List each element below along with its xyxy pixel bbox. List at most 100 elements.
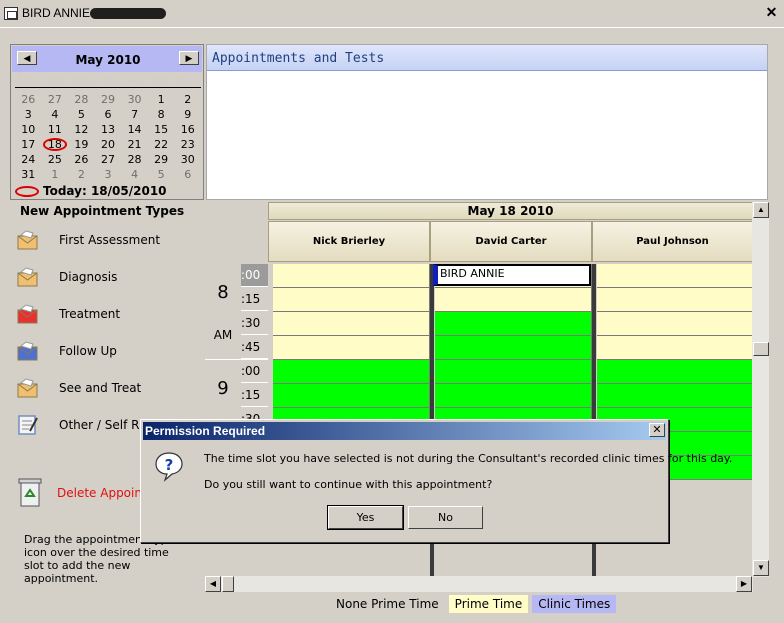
calendar-day[interactable]: 21 bbox=[121, 137, 148, 152]
calendar-day[interactable]: 20 bbox=[95, 137, 122, 152]
time-slot[interactable] bbox=[273, 384, 430, 408]
hscroll-thumb[interactable] bbox=[222, 576, 234, 592]
calendar-day[interactable]: 29 bbox=[148, 152, 175, 167]
time-slot[interactable] bbox=[273, 288, 430, 312]
calendar-day[interactable]: 19 bbox=[68, 137, 95, 152]
weekday-label: Mon bbox=[18, 76, 39, 87]
minute-label[interactable]: :30 bbox=[241, 312, 268, 335]
consultant-header: David Carter bbox=[430, 221, 592, 262]
dialog-question: Do you still want to continue with this … bbox=[204, 478, 493, 491]
time-slot[interactable] bbox=[597, 264, 753, 288]
minute-label[interactable]: :45 bbox=[241, 336, 268, 359]
today-link[interactable]: Today: 18/05/2010 bbox=[43, 184, 167, 198]
calendar-day[interactable]: 17 bbox=[15, 137, 42, 152]
time-slot[interactable] bbox=[273, 264, 430, 288]
appointment-type-item[interactable]: Diagnosis bbox=[16, 265, 176, 291]
calendar-day[interactable]: 27 bbox=[42, 92, 69, 107]
time-slot[interactable] bbox=[273, 336, 430, 360]
calendar-day[interactable]: 10 bbox=[15, 122, 42, 137]
calendar-day[interactable]: 2 bbox=[174, 92, 201, 107]
scroll-right-icon[interactable]: ▶ bbox=[736, 576, 752, 592]
calendar-day[interactable]: 4 bbox=[42, 107, 69, 122]
weekday-label: Tue bbox=[46, 76, 64, 87]
time-slot[interactable] bbox=[435, 384, 592, 408]
no-button[interactable]: No bbox=[408, 506, 483, 529]
calendar-day[interactable]: 7 bbox=[121, 107, 148, 122]
time-slot[interactable] bbox=[273, 360, 430, 384]
weekday-label: Wed bbox=[71, 76, 92, 87]
time-slot[interactable] bbox=[435, 312, 592, 336]
calendar-day[interactable]: 11 bbox=[42, 122, 69, 137]
calendar-day[interactable]: 6 bbox=[95, 107, 122, 122]
calendar-day[interactable]: 6 bbox=[174, 167, 201, 182]
ampm-label: AM bbox=[213, 328, 233, 342]
appointment-type-item[interactable]: See and Treat bbox=[16, 376, 176, 402]
scroll-down-icon[interactable]: ▼ bbox=[753, 560, 769, 576]
calendar-day[interactable]: 27 bbox=[95, 152, 122, 167]
dialog-title: Permission Required bbox=[145, 424, 266, 438]
calendar-day[interactable]: 28 bbox=[121, 152, 148, 167]
calendar-day[interactable]: 1 bbox=[148, 92, 175, 107]
appointment-type-item[interactable]: Treatment bbox=[16, 302, 176, 328]
calendar-day[interactable]: 15 bbox=[148, 122, 175, 137]
weekday-label: Fri bbox=[128, 76, 141, 87]
next-month-button[interactable]: ▶ bbox=[179, 51, 199, 65]
legend-item: Clinic Times bbox=[532, 595, 617, 613]
dialog-close-button[interactable]: ✕ bbox=[649, 423, 665, 437]
calendar-weekday-row: Mon Tue Wed Thu Fri Sat Sun bbox=[15, 76, 201, 88]
minute-label[interactable]: :15 bbox=[241, 288, 268, 311]
time-slot[interactable] bbox=[597, 360, 753, 384]
time-slot[interactable] bbox=[597, 336, 753, 360]
calendar-day[interactable]: 5 bbox=[148, 167, 175, 182]
calendar-day[interactable]: 9 bbox=[174, 107, 201, 122]
scroll-left-icon[interactable]: ◀ bbox=[205, 576, 221, 592]
consultant-header: Nick Brierley bbox=[268, 221, 430, 262]
minute-label[interactable]: :00 bbox=[241, 264, 268, 287]
calendar-day[interactable]: 23 bbox=[174, 137, 201, 152]
calendar-day[interactable]: 16 bbox=[174, 122, 201, 137]
calendar-day[interactable]: 24 bbox=[15, 152, 42, 167]
calendar-day[interactable]: 22 bbox=[148, 137, 175, 152]
vertical-scrollbar[interactable]: ▲ ▼ bbox=[752, 202, 769, 577]
today-ring-icon bbox=[15, 186, 39, 197]
time-slot[interactable] bbox=[435, 288, 592, 312]
time-slot[interactable] bbox=[597, 312, 753, 336]
booked-appointment[interactable]: BIRD ANNIE bbox=[433, 264, 591, 286]
calendar-day[interactable]: 28 bbox=[68, 92, 95, 107]
calendar-day[interactable]: 26 bbox=[68, 152, 95, 167]
calendar-day[interactable]: 30 bbox=[121, 92, 148, 107]
yes-button[interactable]: Yes bbox=[327, 505, 404, 530]
calendar-day[interactable]: 5 bbox=[68, 107, 95, 122]
appointment-types-heading: New Appointment Types bbox=[20, 204, 185, 218]
calendar-day[interactable]: 4 bbox=[121, 167, 148, 182]
calendar-day[interactable]: 3 bbox=[95, 167, 122, 182]
calendar-day[interactable]: 31 bbox=[15, 167, 42, 182]
calendar-day[interactable]: 30 bbox=[174, 152, 201, 167]
window-close-button[interactable]: ✕ bbox=[763, 5, 780, 21]
prev-month-button[interactable]: ◀ bbox=[17, 51, 37, 65]
appointment-type-item[interactable]: Follow Up bbox=[16, 339, 176, 365]
appointment-type-label: Other / Self R bbox=[59, 418, 140, 432]
calendar-day[interactable]: 12 bbox=[68, 122, 95, 137]
calendar-day[interactable]: 3 bbox=[15, 107, 42, 122]
time-slot[interactable] bbox=[435, 360, 592, 384]
calendar-day[interactable]: 1 bbox=[42, 167, 69, 182]
horizontal-scrollbar[interactable]: ◀ ▶ bbox=[205, 576, 753, 592]
appointment-type-item[interactable]: First Assessment bbox=[16, 228, 176, 254]
calendar-day[interactable]: 29 bbox=[95, 92, 122, 107]
calendar-day[interactable]: 13 bbox=[95, 122, 122, 137]
time-slot[interactable] bbox=[597, 384, 753, 408]
calendar-day[interactable]: 2 bbox=[68, 167, 95, 182]
time-slot[interactable] bbox=[597, 288, 753, 312]
calendar-day[interactable]: 25 bbox=[42, 152, 69, 167]
minute-label[interactable]: :15 bbox=[241, 384, 268, 407]
time-slot[interactable] bbox=[273, 312, 430, 336]
calendar-day[interactable]: 14 bbox=[121, 122, 148, 137]
calendar-day[interactable]: 26 bbox=[15, 92, 42, 107]
time-slot[interactable] bbox=[435, 336, 592, 360]
scroll-up-icon[interactable]: ▲ bbox=[753, 202, 769, 218]
scroll-thumb[interactable] bbox=[753, 342, 769, 356]
minute-label[interactable]: :00 bbox=[241, 360, 268, 383]
calendar-day[interactable]: 18 bbox=[42, 137, 69, 152]
calendar-day[interactable]: 8 bbox=[148, 107, 175, 122]
